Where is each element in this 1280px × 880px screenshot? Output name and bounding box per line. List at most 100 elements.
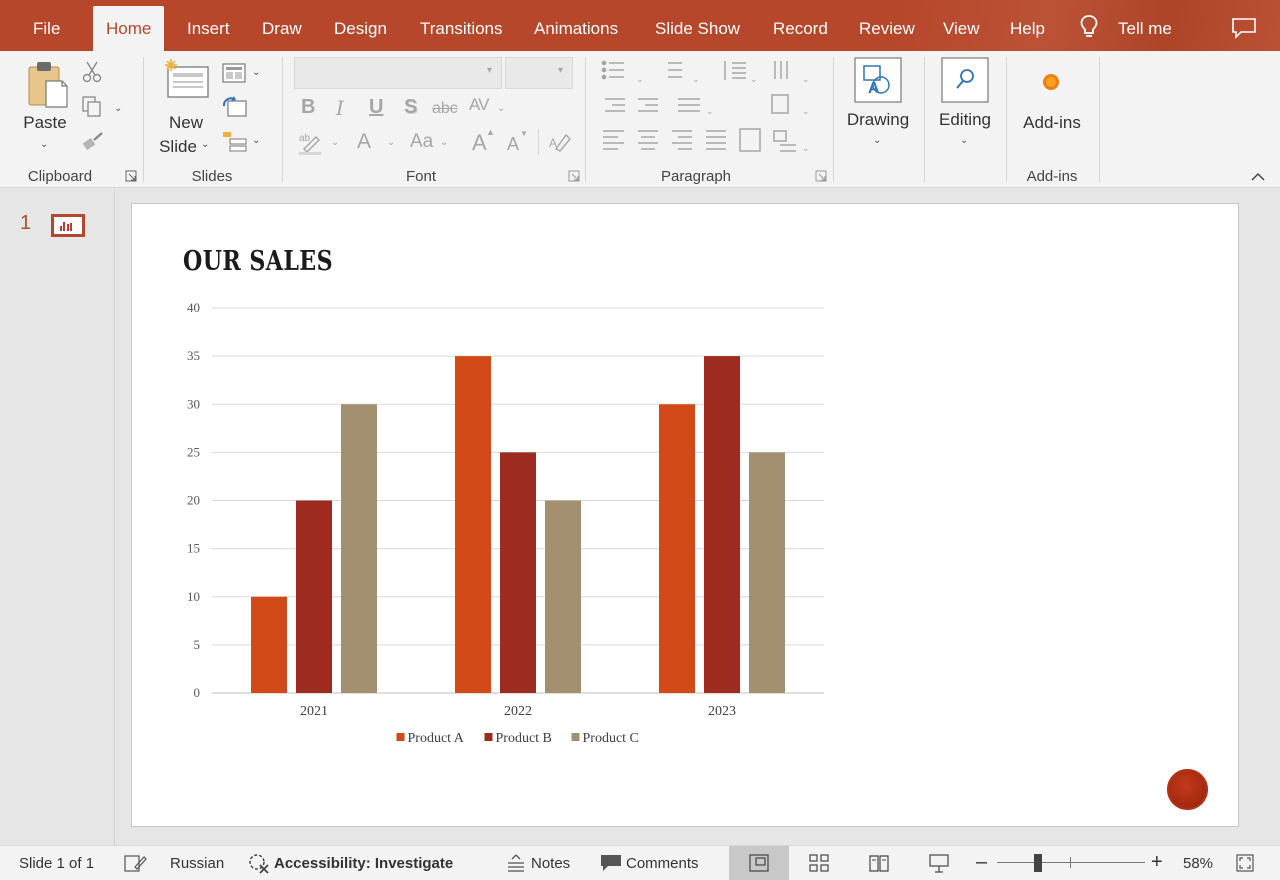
drawing-shapes-icon[interactable]: A — [854, 57, 902, 103]
editing-button[interactable]: Editing — [929, 110, 1001, 130]
spelling-check-icon[interactable] — [123, 853, 147, 873]
slide-thumbnail[interactable] — [51, 214, 85, 237]
notes-icon[interactable] — [506, 854, 526, 872]
sales-bar-chart[interactable]: 0 5 10 15 20 25 30 35 40 2021 2022 2023 Product A Pro… — [132, 204, 1240, 828]
svg-text:⌄: ⌄ — [636, 74, 644, 84]
highlight-chevron-down-icon[interactable]: ⌄ — [331, 137, 339, 148]
copy-icon[interactable] — [81, 95, 103, 119]
format-painter-icon[interactable] — [81, 131, 105, 153]
new-slide-icon[interactable] — [162, 59, 212, 103]
svg-text:⌄: ⌄ — [802, 106, 810, 116]
underline-button[interactable]: U — [369, 96, 383, 119]
section-icon[interactable] — [222, 131, 248, 153]
font-name-dropdown[interactable] — [294, 57, 502, 89]
strikethrough-button[interactable]: abc — [432, 100, 458, 118]
highlight-icon[interactable]: ab — [298, 131, 324, 155]
shrink-font-button[interactable]: A — [507, 134, 519, 155]
layout-chevron-down-icon[interactable]: ⌄ — [252, 67, 260, 78]
tab-draw[interactable]: Draw — [262, 0, 302, 51]
change-case-chevron-down-icon[interactable]: ⌄ — [440, 137, 448, 148]
italic-button[interactable]: I — [336, 96, 344, 120]
new-slide-label-line2[interactable]: Slide — [155, 137, 201, 157]
tab-help[interactable]: Help — [1010, 0, 1045, 51]
tab-transitions[interactable]: Transitions — [420, 0, 503, 51]
accessibility-status-text[interactable]: Accessibility: Investigate — [274, 855, 453, 872]
decorative-seal-icon — [1167, 769, 1208, 810]
bar — [704, 356, 740, 693]
zoom-in-button[interactable]: + — [1151, 851, 1163, 874]
spacing-chevron-down-icon[interactable]: ⌄ — [497, 103, 505, 114]
editing-search-icon[interactable] — [941, 57, 989, 103]
paragraph-tools-icon[interactable]: ⌄ ⌄ ⌄ ⌄ ⌄ ⌄ ⌄ — [600, 59, 830, 165]
copy-chevron-down-icon[interactable]: ⌄ — [114, 103, 122, 114]
paste-button[interactable]: Paste — [22, 113, 68, 133]
language-indicator[interactable]: Russian — [170, 855, 224, 872]
zoom-slider-thumb[interactable] — [1034, 854, 1042, 872]
layout-icon[interactable] — [222, 63, 246, 83]
comments-button[interactable]: Comments — [626, 855, 699, 872]
text-shadow-button[interactable]: S — [404, 96, 417, 119]
tab-record[interactable]: Record — [773, 0, 828, 51]
comment-icon[interactable] — [1231, 17, 1257, 39]
y-tick-label: 30 — [187, 396, 200, 411]
reading-view-icon — [869, 855, 889, 872]
legend-label: Product B — [496, 731, 552, 746]
paste-chevron-down-icon[interactable]: ⌄ — [40, 139, 48, 150]
normal-view-button[interactable] — [729, 846, 789, 880]
accessibility-icon[interactable] — [247, 852, 271, 874]
reading-view-button[interactable] — [849, 846, 909, 880]
tab-insert[interactable]: Insert — [187, 0, 230, 51]
change-case-button[interactable]: Aa — [410, 131, 433, 153]
font-color-button[interactable]: A — [357, 130, 371, 154]
editing-chevron-down-icon[interactable]: ⌄ — [960, 135, 968, 146]
clipboard-dialog-launcher-icon[interactable] — [125, 170, 137, 182]
slide-thumbnail-number: 1 — [20, 212, 32, 234]
bold-button[interactable]: B — [301, 96, 315, 119]
notes-button[interactable]: Notes — [531, 855, 570, 872]
add-ins-button[interactable]: Add-ins — [1014, 113, 1090, 133]
paste-icon[interactable] — [26, 59, 70, 109]
zoom-out-button[interactable]: – — [976, 851, 987, 874]
comments-icon[interactable] — [599, 853, 623, 873]
y-tick-label: 0 — [194, 685, 201, 700]
svg-text:⌄: ⌄ — [706, 106, 714, 116]
cut-icon[interactable] — [81, 60, 103, 84]
tab-review[interactable]: Review — [859, 0, 915, 51]
slide-show-view-button[interactable] — [909, 846, 969, 880]
font-color-chevron-down-icon[interactable]: ⌄ — [387, 137, 395, 148]
lightbulb-icon[interactable] — [1079, 14, 1099, 40]
legend-swatch — [484, 733, 493, 741]
tab-view[interactable]: View — [943, 0, 980, 51]
paragraph-dialog-launcher-icon[interactable] — [815, 170, 827, 182]
normal-view-icon — [749, 854, 769, 872]
font-size-chevron-down-icon[interactable]: ▾ — [558, 65, 563, 76]
reset-icon[interactable] — [222, 96, 248, 118]
tab-home[interactable]: Home — [93, 6, 165, 51]
font-name-chevron-down-icon[interactable]: ▾ — [487, 65, 492, 76]
slide[interactable]: OUR SALES 0 5 10 15 20 25 30 35 40 2021 2022 2023 Pr… — [131, 203, 1239, 827]
tab-slide-show[interactable]: Slide Show — [655, 0, 740, 51]
bar — [500, 452, 536, 693]
drawing-chevron-down-icon[interactable]: ⌄ — [873, 135, 881, 146]
slide-sorter-view-button[interactable] — [789, 846, 849, 880]
zoom-slider-track[interactable] — [997, 862, 1145, 863]
svg-text:⌄: ⌄ — [692, 74, 700, 84]
fit-to-window-icon[interactable] — [1236, 854, 1254, 872]
section-chevron-down-icon[interactable]: ⌄ — [252, 135, 260, 146]
tab-file[interactable]: File — [33, 0, 60, 51]
new-slide-chevron-down-icon[interactable]: ⌄ — [201, 139, 209, 150]
tell-me-search[interactable]: Tell me — [1118, 0, 1172, 51]
tab-design[interactable]: Design — [334, 0, 387, 51]
font-dialog-launcher-icon[interactable] — [568, 170, 580, 182]
grow-font-button[interactable]: A — [472, 130, 487, 156]
zoom-level[interactable]: 58% — [1183, 855, 1213, 872]
drawing-button[interactable]: Drawing — [842, 110, 914, 130]
add-ins-icon[interactable] — [1040, 71, 1062, 93]
collapse-ribbon-icon[interactable] — [1251, 172, 1265, 182]
x-tick-label: 2021 — [300, 704, 328, 719]
clear-formatting-icon[interactable]: A — [548, 131, 572, 153]
accessibility-status[interactable]: Accessibility: Investigate — [274, 855, 453, 872]
tab-animations[interactable]: Animations — [534, 0, 618, 51]
new-slide-label-line1[interactable]: New — [163, 113, 209, 133]
character-spacing-button[interactable]: AV — [469, 95, 489, 115]
